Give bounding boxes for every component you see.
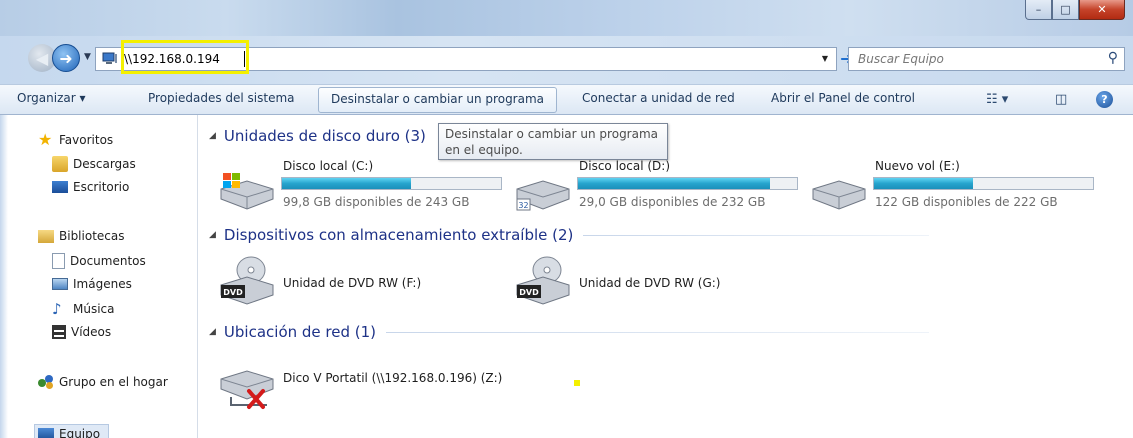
sidebar-item-label: Vídeos	[71, 325, 112, 339]
drive-name: Disco local (C:)	[283, 159, 374, 173]
sidebar-item-label: Imágenes	[73, 277, 132, 291]
uninstall-program-button[interactable]: Desinstalar o cambiar un programa	[318, 87, 558, 113]
windows-drive-icon	[220, 173, 274, 210]
map-network-drive-button[interactable]: Conectar a unidad de red	[582, 91, 735, 105]
disconnected-network-drive-icon	[220, 370, 274, 409]
drive-free-space: 29,0 GB disponibles de 232 GB	[579, 195, 766, 209]
drive-usage-bar	[281, 177, 502, 190]
sidebar-item-label: Escritorio	[73, 180, 130, 194]
window-left-edge	[0, 115, 8, 438]
sidebar-item-label: Grupo en el hogar	[59, 375, 168, 389]
computer-icon	[38, 428, 54, 438]
collapse-triangle-icon[interactable]: ◢	[209, 327, 216, 337]
search-box[interactable]: Buscar Equipo ⚲	[848, 47, 1125, 71]
command-bar: Organizar ▾ Propiedades del sistema Desi…	[0, 84, 1133, 115]
drive-name: Dico V Portatil (\\192.168.0.196) (Z:)	[283, 371, 503, 385]
tooltip-line-2: en el equipo.	[445, 143, 523, 157]
group-title: Unidades de disco duro (3)	[223, 127, 426, 145]
drive-item-c[interactable]: Disco local (C:) 99,8 GB disponibles de …	[217, 159, 507, 211]
drive-usage-bar	[577, 177, 798, 190]
sidebar-item-libraries[interactable]: Bibliotecas	[38, 229, 124, 243]
dvd-drive-icon: DVD	[516, 256, 570, 305]
recent-pages-dropdown[interactable]: ▼	[84, 52, 91, 62]
music-note-icon: ♪	[52, 300, 62, 318]
sidebar-item-homegroup[interactable]: Grupo en el hogar	[38, 374, 168, 390]
sidebar-item-label: Equipo	[59, 427, 101, 438]
collapse-triangle-icon[interactable]: ◢	[209, 230, 216, 240]
tooltip: Desinstalar o cambiar un programa en el …	[438, 123, 668, 160]
drive-free-space: 99,8 GB disponibles de 243 GB	[283, 195, 470, 209]
preview-pane-icon[interactable]: ◫	[1055, 92, 1067, 107]
video-film-icon	[52, 325, 66, 339]
sidebar-item-label: Música	[73, 302, 115, 316]
maximize-button[interactable]: □	[1052, 0, 1079, 20]
open-control-panel-button[interactable]: Abrir el Panel de control	[771, 91, 915, 105]
group-divider	[583, 234, 929, 236]
drive-usage-fill	[578, 178, 770, 189]
change-view-icon[interactable]: ☷ ▾	[986, 92, 1008, 107]
sidebar-item-images[interactable]: Imágenes	[52, 277, 132, 291]
downloads-folder-icon	[52, 156, 68, 172]
hard-drive-icon	[812, 180, 866, 210]
content-pane: ◢ Unidades de disco duro (3) Disco local…	[199, 115, 1133, 438]
sidebar-item-label: Descargas	[73, 157, 136, 171]
drive-usage-bar	[873, 177, 1094, 190]
sidebar-item-videos[interactable]: Vídeos	[52, 325, 111, 339]
drive-usage-fill	[282, 178, 412, 189]
star-icon: ★	[38, 130, 53, 149]
drive-name: Unidad de DVD RW (F:)	[283, 276, 422, 290]
drive-name: Disco local (D:)	[579, 159, 671, 173]
images-icon	[52, 278, 68, 290]
forward-button[interactable]: ➜	[52, 44, 80, 72]
drive-item-e[interactable]: Nuevo vol (E:) 122 GB disponibles de 222…	[809, 159, 1099, 211]
collapse-triangle-icon[interactable]: ◢	[209, 131, 216, 141]
yellow-marker	[574, 380, 580, 386]
desktop-icon	[52, 181, 68, 193]
svg-text:DVD: DVD	[223, 288, 243, 297]
sidebar-item-label: Bibliotecas	[59, 229, 125, 243]
search-input[interactable]: Buscar Equipo	[858, 52, 944, 66]
window-controls: – □ ✕	[1025, 0, 1125, 22]
drive-name: Nuevo vol (E:)	[875, 159, 960, 173]
svg-text:32: 32	[518, 201, 528, 210]
sidebar-item-downloads[interactable]: Descargas	[52, 156, 136, 172]
hard-drive-icon: 32	[516, 180, 570, 211]
minimize-button[interactable]: –	[1025, 0, 1052, 20]
dvd-drive-item-g[interactable]: DVD Unidad de DVD RW (G:)	[513, 255, 773, 307]
libraries-icon	[38, 229, 54, 243]
group-header-network[interactable]: ◢ Ubicación de red (1)	[209, 323, 929, 341]
group-header-removable[interactable]: ◢ Dispositivos con almacenamiento extraí…	[209, 226, 929, 244]
sidebar-item-label: Favoritos	[59, 133, 114, 147]
sidebar-item-documents[interactable]: Documentos	[52, 253, 146, 269]
drive-usage-fill	[874, 178, 973, 189]
svg-text:DVD: DVD	[519, 288, 539, 297]
tooltip-line-1: Desinstalar o cambiar un programa	[445, 127, 659, 141]
group-title: Ubicación de red (1)	[223, 323, 377, 341]
search-icon[interactable]: ⚲	[1108, 50, 1118, 66]
navigation-pane: ★ Favoritos Descargas Escritorio Bibliot…	[0, 115, 198, 438]
system-properties-button[interactable]: Propiedades del sistema	[148, 91, 295, 105]
homegroup-icon	[38, 374, 54, 390]
documents-icon	[52, 253, 65, 269]
organize-menu[interactable]: Organizar ▾	[17, 91, 86, 105]
address-dropdown-icon[interactable]: ▼	[822, 54, 828, 63]
computer-icon	[102, 52, 117, 64]
dvd-drive-item-f[interactable]: DVD Unidad de DVD RW (F:)	[217, 255, 477, 307]
drive-item-d[interactable]: 32 Disco local (D:) 29,0 GB disponibles …	[513, 159, 803, 211]
dvd-drive-icon: DVD	[220, 256, 274, 305]
group-divider	[386, 331, 929, 333]
sidebar-item-computer[interactable]: Equipo	[34, 424, 110, 438]
address-highlight-box	[121, 40, 249, 74]
group-title: Dispositivos con almacenamiento extraíbl…	[223, 226, 574, 244]
help-icon[interactable]: ?	[1096, 91, 1113, 108]
sidebar-item-label: Documentos	[70, 254, 146, 268]
close-button[interactable]: ✕	[1079, 0, 1125, 20]
network-drive-item-z[interactable]: Dico V Portatil (\\192.168.0.196) (Z:)	[217, 363, 547, 415]
title-bar: – □ ✕	[0, 0, 1133, 36]
drive-name: Unidad de DVD RW (G:)	[579, 276, 721, 290]
drive-free-space: 122 GB disponibles de 222 GB	[875, 195, 1058, 209]
sidebar-item-favorites[interactable]: ★ Favoritos	[38, 132, 113, 148]
sidebar-item-music[interactable]: ♪ Música	[52, 301, 115, 317]
sidebar-item-desktop[interactable]: Escritorio	[52, 180, 129, 194]
